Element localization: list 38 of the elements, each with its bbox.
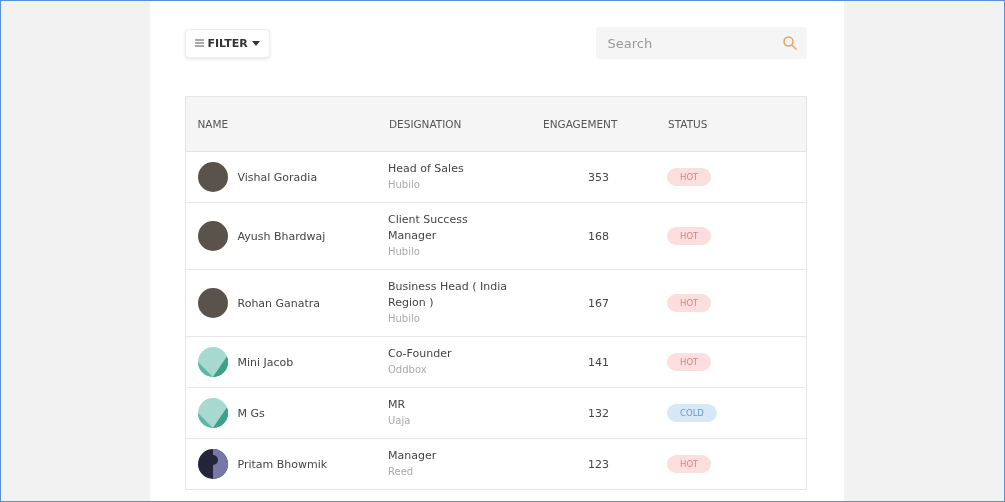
person-name: Mini Jacob bbox=[237, 355, 294, 369]
person-name: Pritam Bhowmik bbox=[237, 457, 328, 471]
search-field[interactable]: Search bbox=[595, 27, 807, 59]
filter-button[interactable]: FILTER bbox=[184, 28, 270, 58]
column-header: NAME bbox=[185, 96, 388, 152]
search-icon bbox=[782, 36, 797, 50]
person-name: Ayush Bhardwaj bbox=[237, 229, 326, 243]
status-tag: HOT bbox=[667, 168, 712, 186]
person-name: M Gs bbox=[237, 406, 265, 420]
engagement-count: 167 bbox=[588, 296, 609, 310]
status-tag: HOT bbox=[667, 455, 712, 473]
designation-text: MR bbox=[388, 397, 407, 413]
status-tag: HOT bbox=[667, 353, 712, 371]
person-name: Rohan Ganatra bbox=[237, 296, 321, 310]
engagement-count: 123 bbox=[588, 457, 609, 471]
engagement-count: 141 bbox=[588, 355, 609, 369]
company-text: Hubilo bbox=[388, 312, 421, 326]
company-text: Hubilo bbox=[388, 178, 421, 192]
company-text: Oddbox bbox=[388, 363, 428, 377]
column-header: DESIGNATION bbox=[388, 96, 530, 152]
column-header: ENGAGEMENT bbox=[530, 96, 667, 152]
status-tag: COLD bbox=[667, 404, 717, 422]
engagement-count: 353 bbox=[588, 170, 609, 184]
designation-text: Manager bbox=[388, 448, 438, 464]
company-text: Reed bbox=[388, 465, 415, 479]
person-name: Vishal Goradia bbox=[237, 170, 318, 184]
company-text: Uaja bbox=[388, 414, 412, 428]
engagement-count: 168 bbox=[588, 229, 609, 243]
designation-text: Co-Founder bbox=[388, 346, 453, 362]
status-tag: HOT bbox=[667, 294, 712, 312]
designation-text: Head of Sales bbox=[388, 161, 465, 177]
company-text: Hubilo bbox=[388, 245, 421, 259]
designation-text: Client Success Manager bbox=[388, 212, 469, 244]
engagement-count: 132 bbox=[588, 406, 609, 420]
status-tag: HOT bbox=[667, 227, 712, 245]
caret-icon bbox=[251, 40, 260, 46]
designation-text: Business Head ( India Region ) bbox=[388, 279, 509, 311]
column-header: STATUS bbox=[667, 96, 806, 152]
